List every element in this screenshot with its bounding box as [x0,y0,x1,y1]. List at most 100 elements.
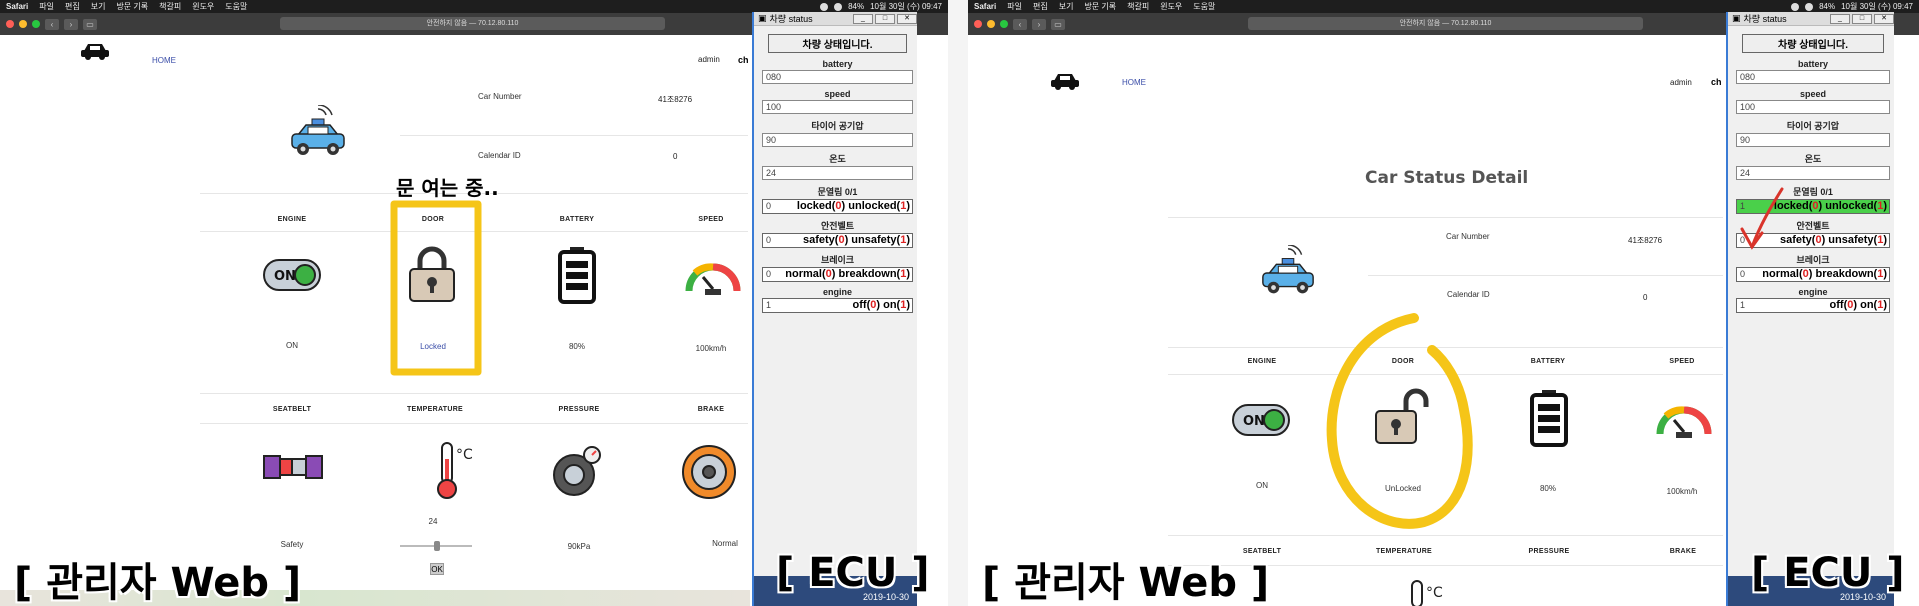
menubar-item[interactable]: 파일 [39,1,54,12]
engine-toggle[interactable]: 1 off(0) on(1) [1736,298,1890,313]
nav-truncated-link[interactable]: ch [1711,77,1722,87]
battery-status[interactable]: 84% [1819,2,1835,11]
battery-label: battery [1797,59,1828,69]
opt-text: ) [1883,268,1887,280]
ecu-window-title: 차량 status [769,14,813,24]
temperature-label: 온도 [829,154,846,164]
back-button[interactable]: ‹ [45,18,59,30]
taxi-car-icon [1262,245,1314,294]
tire-pressure-icon [553,446,601,496]
forward-button[interactable]: › [1032,18,1046,30]
engine-toggle-value: 1 [1740,300,1746,310]
menubar-app[interactable]: Safari [6,2,28,11]
door-toggle[interactable]: 0 locked(0) unlocked(1) [762,199,913,214]
speed-input[interactable]: 100 [762,100,913,114]
opt-text: off( [1829,299,1848,311]
menubar-item[interactable]: 편집 [65,1,80,12]
seatbelt-label: 안전벨트 [820,221,855,231]
battery-label: battery [822,59,853,69]
nav-truncated-link[interactable]: ch [738,55,749,65]
car-number-label: Car Number [478,92,522,101]
clock[interactable]: 10월 30일 (수) 09:47 [870,1,942,12]
minimize-window-icon[interactable] [19,20,27,28]
close-window-icon[interactable] [6,20,14,28]
temperature-input[interactable]: 24 [1736,166,1890,180]
zoom-window-icon[interactable] [1000,20,1008,28]
car-logo-icon[interactable] [1050,71,1080,91]
menubar-item[interactable]: 책갈피 [159,1,181,12]
menubar-item[interactable]: 윈도우 [1160,1,1182,12]
engine-toggle[interactable]: 1 off(0) on(1) [762,298,913,313]
temperature-slider[interactable] [400,541,472,551]
menubar-item[interactable]: 보기 [91,1,106,12]
brake-toggle[interactable]: 0 normal(0) breakdown(1) [1736,267,1890,282]
opt-text: ) [1883,234,1887,246]
close-button[interactable]: ✕ [1874,13,1894,24]
close-window-icon[interactable] [974,20,982,28]
tire-pressure-input[interactable]: 90 [1736,133,1890,147]
opt-text: off( [852,299,871,311]
clock[interactable]: 10월 30일 (수) 09:47 [1841,1,1913,12]
menubar-item[interactable]: 도움말 [225,1,247,12]
menubar-item[interactable]: 방문 기록 [116,1,148,12]
back-button[interactable]: ‹ [1013,18,1027,30]
status-icon[interactable] [1805,2,1814,11]
nav-home-link[interactable]: HOME [1122,78,1146,87]
calendar-id-label: Calendar ID [478,151,521,160]
admin-web-caption: [ 관리자 Web ] [982,560,1270,606]
battery-value: 80% [1539,484,1556,493]
brake-toggle[interactable]: 0 normal(0) breakdown(1) [762,267,913,282]
status-icon[interactable] [834,2,843,11]
battery-input[interactable]: 080 [762,70,913,84]
menubar-app[interactable]: Safari [974,2,996,11]
close-button[interactable]: ✕ [897,13,917,24]
sidebar-button[interactable]: ▭ [1051,18,1065,30]
battery-input[interactable]: 080 [1736,70,1890,84]
menubar-item[interactable]: 편집 [1033,1,1048,12]
nav-home-link[interactable]: HOME [152,56,176,65]
minimize-button[interactable]: _ [853,13,873,24]
nav-admin-link[interactable]: admin [698,55,720,64]
forward-button[interactable]: › [64,18,78,30]
ecu-titlebar: ▣ 차량 status _ □ ✕ [1728,12,1894,26]
brake-toggle-value: 0 [1740,269,1746,279]
temperature-input[interactable]: 24 [762,166,913,180]
sidebar-button[interactable]: ▭ [83,18,97,30]
menubar-item[interactable]: 윈도우 [192,1,214,12]
car-logo-icon[interactable] [80,41,110,61]
menubar-item[interactable]: 보기 [1059,1,1074,12]
opt-text: normal( [785,268,826,280]
seatbelt-toggle[interactable]: 0 safety(0) unsafety(1) [762,233,913,248]
address-bar[interactable]: 안전하지 않음 — 70.12.80.110 [1248,17,1643,30]
maximize-button[interactable]: □ [875,13,895,24]
ecu-caption: [ ECU ] [1751,550,1905,596]
menubar-item[interactable]: 방문 기록 [1084,1,1116,12]
calendar-id-value: 0 [673,152,678,161]
tire-pressure-input[interactable]: 90 [762,133,913,147]
temperature-value: 24 [428,517,438,526]
opt-text: ) on( [876,299,901,311]
status-icon[interactable] [1791,2,1800,11]
nav-admin-link[interactable]: admin [1670,78,1692,87]
menubar-item[interactable]: 파일 [1007,1,1022,12]
divider [1168,217,1723,218]
opt-text: ) [906,268,910,280]
maximize-button[interactable]: □ [1852,13,1872,24]
status-icon[interactable] [820,2,829,11]
opt-text: ) [1883,200,1887,212]
battery-value: 80% [568,342,585,351]
menubar-item[interactable]: 책갈피 [1127,1,1149,12]
zoom-window-icon[interactable] [32,20,40,28]
speed-input[interactable]: 100 [1736,100,1890,114]
minimize-window-icon[interactable] [987,20,995,28]
ok-button[interactable]: OK [430,563,444,575]
battery-status[interactable]: 84% [848,2,864,11]
minimize-button[interactable]: _ [1830,13,1850,24]
address-bar[interactable]: 안전하지 않음 — 70.12.80.110 [280,17,665,30]
divider [400,135,748,136]
car-number-value: 41조8276 [1628,236,1663,245]
opt-text: ) [906,299,910,311]
menubar-item[interactable]: 도움말 [1193,1,1215,12]
slider-thumb[interactable] [434,541,440,551]
page-title: Car Status Detail [1365,168,1529,188]
